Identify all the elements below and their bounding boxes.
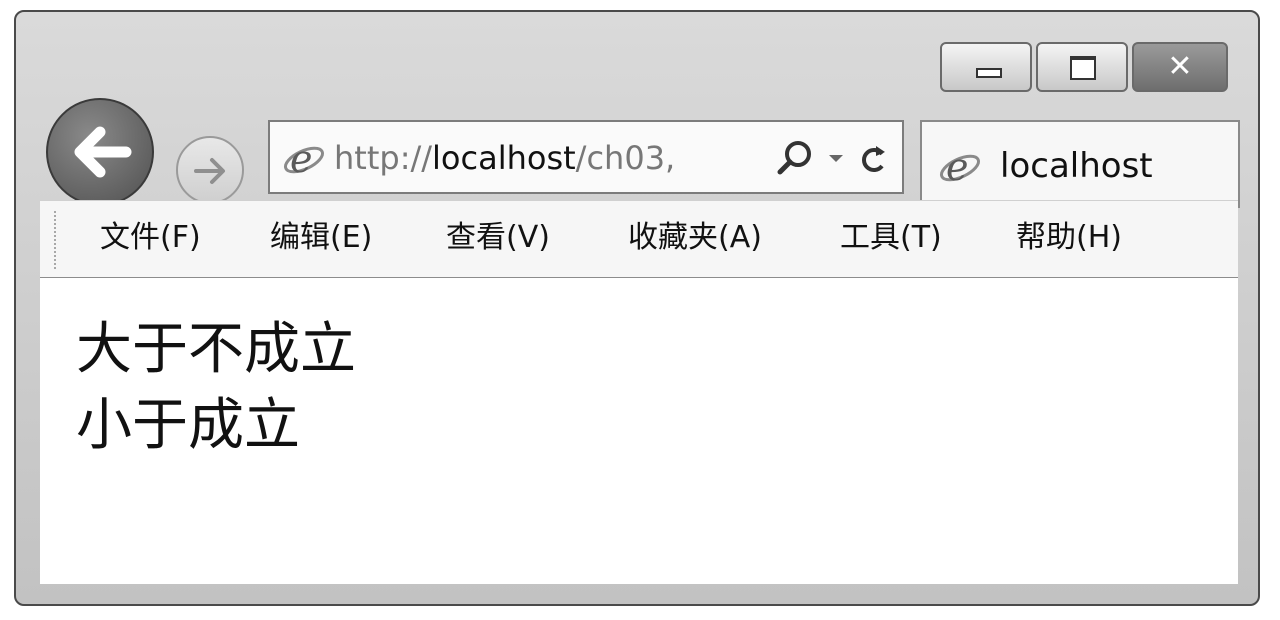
close-icon: ✕ bbox=[1167, 49, 1193, 84]
internet-explorer-icon: e bbox=[283, 137, 325, 181]
content-line: 大于不成立 bbox=[76, 317, 356, 382]
menu-file[interactable]: 文件(F) bbox=[100, 217, 270, 259]
back-button[interactable] bbox=[46, 98, 154, 206]
content-line: 小于成立 bbox=[76, 393, 300, 458]
address-bar[interactable]: e http://localhost/ch03, bbox=[268, 120, 904, 194]
address-url[interactable]: http://localhost/ch03, bbox=[334, 136, 722, 180]
minimize-icon bbox=[976, 68, 1002, 78]
url-path: /ch03, bbox=[575, 139, 676, 177]
menu-tools[interactable]: 工具(T) bbox=[840, 217, 1016, 259]
back-arrow-icon bbox=[74, 126, 132, 178]
browser-tab[interactable]: e localhost bbox=[920, 120, 1240, 208]
menu-items: 文件(F) 编辑(E) 查看(V) 收藏夹(A) 工具(T) 帮助(H) bbox=[100, 217, 1166, 259]
minimize-button[interactable] bbox=[940, 42, 1032, 92]
menu-help[interactable]: 帮助(H) bbox=[1016, 217, 1166, 259]
maximize-icon bbox=[1070, 56, 1096, 80]
menu-view[interactable]: 查看(V) bbox=[446, 217, 628, 259]
window-controls: ✕ bbox=[940, 42, 1228, 92]
page-content: 大于不成立 小于成立 bbox=[40, 278, 1238, 584]
maximize-button[interactable] bbox=[1036, 42, 1128, 92]
menu-grip bbox=[54, 211, 58, 269]
tab-title: localhost bbox=[1000, 146, 1153, 186]
menu-favorites[interactable]: 收藏夹(A) bbox=[628, 217, 840, 259]
close-button[interactable]: ✕ bbox=[1132, 42, 1228, 92]
internet-explorer-icon: e bbox=[939, 145, 981, 189]
address-tools bbox=[774, 138, 890, 182]
refresh-icon[interactable] bbox=[858, 140, 890, 180]
svg-text:e: e bbox=[290, 137, 313, 181]
url-scheme: http:// bbox=[334, 139, 433, 177]
browser-window: ✕ e http://localhost/ch03, e localhost 文… bbox=[14, 10, 1260, 606]
search-icon[interactable] bbox=[774, 138, 814, 182]
url-host: localhost bbox=[432, 139, 576, 177]
forward-button[interactable] bbox=[176, 136, 244, 204]
forward-arrow-icon bbox=[194, 158, 225, 184]
svg-text:e: e bbox=[946, 145, 969, 189]
menu-bar: 文件(F) 编辑(E) 查看(V) 收藏夹(A) 工具(T) 帮助(H) bbox=[40, 200, 1238, 279]
chevron-down-icon[interactable] bbox=[826, 148, 846, 172]
menu-edit[interactable]: 编辑(E) bbox=[270, 217, 446, 259]
